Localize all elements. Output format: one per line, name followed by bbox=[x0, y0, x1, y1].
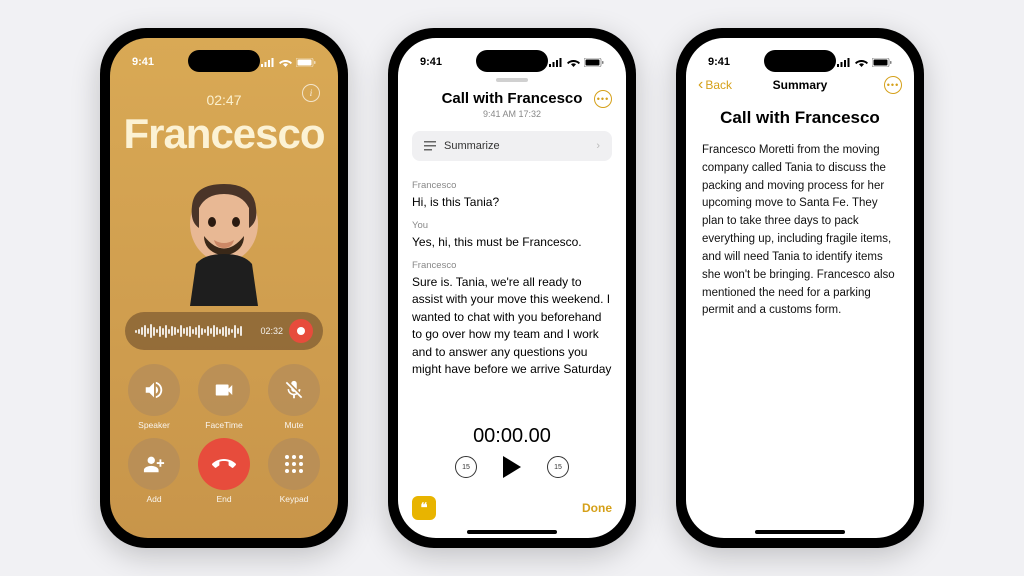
home-indicator[interactable] bbox=[755, 530, 845, 534]
speaker-label: Francesco bbox=[412, 179, 612, 193]
nav-title: Summary bbox=[773, 78, 828, 92]
home-indicator[interactable] bbox=[467, 530, 557, 534]
phone-summary-screen: 9:41 ‹Back Summary ••• Call with Frances… bbox=[676, 28, 924, 548]
wifi-icon bbox=[855, 58, 868, 67]
signal-icon bbox=[549, 58, 563, 67]
record-button[interactable] bbox=[289, 319, 313, 343]
status-indicators bbox=[837, 58, 892, 67]
waveform-icon bbox=[135, 323, 254, 339]
summary-title: Call with Francesco bbox=[686, 108, 914, 128]
status-indicators bbox=[261, 58, 316, 67]
chevron-left-icon: ‹ bbox=[698, 76, 703, 94]
quote-icon[interactable]: ❝ bbox=[412, 496, 436, 520]
transcript-line: Hi, is this Tania? bbox=[412, 194, 612, 211]
mute-button[interactable]: Mute bbox=[265, 364, 323, 430]
keypad-icon bbox=[284, 454, 304, 474]
hangup-icon bbox=[212, 452, 236, 476]
dynamic-island bbox=[764, 50, 836, 72]
memoji-avatar bbox=[154, 166, 294, 306]
skip-forward-button[interactable]: 15 bbox=[547, 456, 569, 478]
chevron-right-icon: › bbox=[596, 140, 600, 152]
facetime-button[interactable]: FaceTime bbox=[195, 364, 253, 430]
wifi-icon bbox=[567, 58, 580, 67]
play-button[interactable] bbox=[503, 456, 521, 478]
add-person-icon bbox=[143, 453, 165, 475]
signal-icon bbox=[261, 58, 275, 67]
speaker-label: You bbox=[412, 219, 612, 233]
recording-time: 02:32 bbox=[260, 326, 283, 336]
dynamic-island bbox=[476, 50, 548, 72]
speaker-button[interactable]: Speaker bbox=[125, 364, 183, 430]
transcript-line: Sure is. Tania, we're all ready to assis… bbox=[412, 274, 612, 378]
done-button[interactable]: Done bbox=[582, 501, 612, 515]
recording-bar: 02:32 bbox=[125, 312, 323, 350]
playback-time: 00:00.00 bbox=[398, 425, 626, 448]
end-call-button[interactable]: End bbox=[195, 438, 253, 504]
call-duration: 02:47 bbox=[206, 92, 241, 108]
battery-icon bbox=[872, 58, 892, 67]
battery-icon bbox=[584, 58, 604, 67]
summary-body: Francesco Moretti from the moving compan… bbox=[686, 128, 914, 334]
speaker-icon bbox=[143, 379, 165, 401]
phone-call-screen: 9:41 i 02:47 Francesco bbox=[100, 28, 348, 548]
wifi-icon bbox=[279, 58, 292, 67]
signal-icon bbox=[837, 58, 851, 67]
back-button[interactable]: ‹Back bbox=[698, 76, 732, 94]
status-time: 9:41 bbox=[708, 56, 730, 68]
note-subtitle: 9:41 AM 17:32 bbox=[412, 109, 612, 119]
info-icon[interactable]: i bbox=[302, 84, 320, 102]
video-icon bbox=[213, 379, 235, 401]
more-icon[interactable]: ••• bbox=[594, 90, 612, 108]
status-indicators bbox=[549, 58, 604, 67]
battery-icon bbox=[296, 58, 316, 67]
mute-icon bbox=[283, 379, 305, 401]
sheet-grabber[interactable] bbox=[496, 78, 528, 82]
add-button[interactable]: Add bbox=[125, 438, 183, 504]
status-time: 9:41 bbox=[420, 56, 442, 68]
status-time: 9:41 bbox=[132, 56, 154, 68]
skip-back-button[interactable]: 15 bbox=[455, 456, 477, 478]
caller-name: Francesco bbox=[123, 110, 324, 158]
transcript-body[interactable]: Francesco Hi, is this Tania? You Yes, hi… bbox=[398, 171, 626, 417]
speaker-label: Francesco bbox=[412, 259, 612, 273]
summarize-button[interactable]: Summarize › bbox=[412, 131, 612, 161]
dynamic-island bbox=[188, 50, 260, 72]
more-icon[interactable]: ••• bbox=[884, 76, 902, 94]
phone-transcript-screen: 9:41 Call with Francesco 9:41 AM 17:32 •… bbox=[388, 28, 636, 548]
list-icon bbox=[424, 140, 436, 152]
keypad-button[interactable]: Keypad bbox=[265, 438, 323, 504]
transcript-line: Yes, hi, this must be Francesco. bbox=[412, 234, 612, 251]
summarize-label: Summarize bbox=[444, 140, 500, 152]
note-title: Call with Francesco bbox=[412, 90, 612, 107]
